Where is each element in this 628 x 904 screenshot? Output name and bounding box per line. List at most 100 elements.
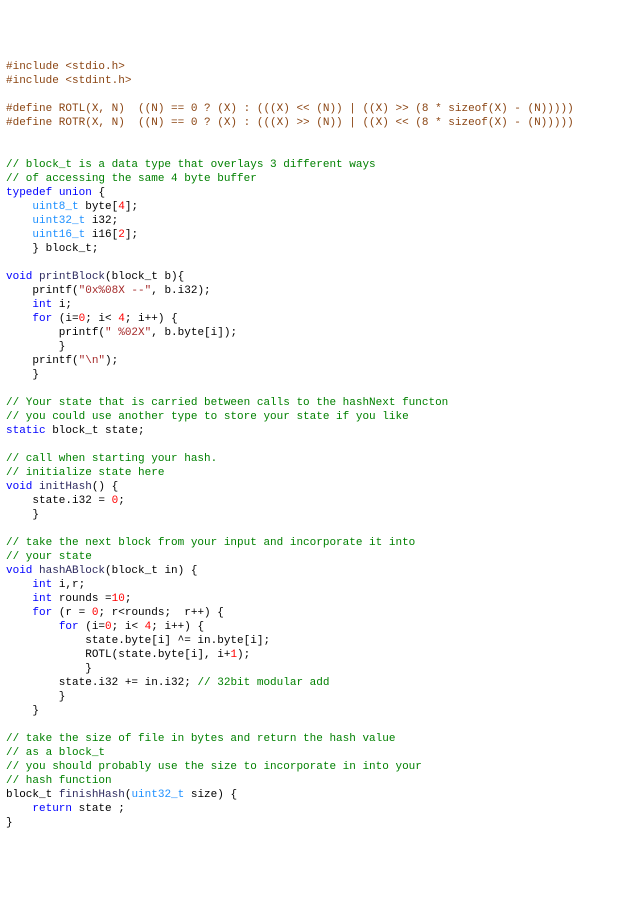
token-plain: printf( — [6, 285, 79, 297]
token-plain — [6, 215, 32, 227]
token-comment: // call when starting your hash. — [6, 453, 217, 465]
token-comment: // of accessing the same 4 byte buffer — [6, 173, 257, 185]
token-func: printBlock — [39, 271, 105, 283]
code-line: state.i32 = 0; — [6, 494, 622, 508]
token-keyword: return — [32, 803, 72, 815]
code-line: // block_t is a data type that overlays … — [6, 158, 622, 172]
token-comment: // Your state that is carried between ca… — [6, 397, 448, 409]
token-plain: } — [6, 369, 39, 381]
token-plain — [52, 187, 59, 199]
token-func: finishHash — [59, 789, 125, 801]
code-line: return state ; — [6, 802, 622, 816]
code-line: printf("0x%08X --", b.i32); — [6, 284, 622, 298]
token-plain: i16[ — [85, 229, 118, 241]
token-plain — [6, 579, 32, 591]
token-type: uint8_t — [32, 201, 78, 213]
token-plain: ; i< — [112, 621, 145, 633]
code-line: } — [6, 704, 622, 718]
code-line: int i,r; — [6, 578, 622, 592]
code-line: #include <stdio.h> — [6, 60, 622, 74]
token-plain — [6, 313, 32, 325]
token-func: initHash — [39, 481, 92, 493]
token-type: uint32_t — [131, 789, 184, 801]
token-plain: , b.byte[i]); — [151, 327, 237, 339]
token-plain: i32; — [85, 215, 118, 227]
code-line: } — [6, 508, 622, 522]
token-comment: // take the size of file in bytes and re… — [6, 733, 395, 745]
token-plain: ]; — [125, 201, 138, 213]
code-line: int i; — [6, 298, 622, 312]
token-keyword: for — [32, 607, 52, 619]
token-comment: // 32bit modular add — [197, 677, 329, 689]
code-line: #define ROTR(X, N) ((N) == 0 ? (X) : (((… — [6, 116, 622, 130]
token-plain: , b.i32); — [151, 285, 210, 297]
token-comment: // your state — [6, 551, 92, 563]
token-preproc: #define ROTL(X, N) ((N) == 0 ? (X) : (((… — [6, 103, 574, 115]
code-line: state.i32 += in.i32; // 32bit modular ad… — [6, 676, 622, 690]
token-keyword: int — [32, 299, 52, 311]
token-plain: } block_t; — [6, 243, 98, 255]
token-plain: (block_t b){ — [105, 271, 184, 283]
token-comment: // you could use another type to store y… — [6, 411, 409, 423]
token-plain: } — [6, 341, 65, 353]
token-plain: ); — [105, 355, 118, 367]
token-preproc: #include <stdio.h> — [6, 61, 125, 73]
token-plain — [6, 593, 32, 605]
token-plain: } — [6, 705, 39, 717]
token-plain: state.i32 = — [6, 495, 112, 507]
token-plain: printf( — [6, 355, 79, 367]
token-num: 4 — [118, 201, 125, 213]
code-line: ROTL(state.byte[i], i+1); — [6, 648, 622, 662]
token-comment: // you should probably use the size to i… — [6, 761, 422, 773]
token-num: 0 — [105, 621, 112, 633]
code-line: // your state — [6, 550, 622, 564]
code-line: // call when starting your hash. — [6, 452, 622, 466]
code-line — [6, 522, 622, 536]
code-line: void initHash() { — [6, 480, 622, 494]
token-num: 10 — [112, 593, 125, 605]
token-str: "\n" — [79, 355, 105, 367]
code-line: int rounds =10; — [6, 592, 622, 606]
token-plain: ; r<rounds; r++) { — [98, 607, 223, 619]
code-line: } block_t; — [6, 242, 622, 256]
code-line: uint16_t i16[2]; — [6, 228, 622, 242]
token-plain: state.byte[i] ^= in.byte[i]; — [6, 635, 270, 647]
token-plain: byte[ — [79, 201, 119, 213]
code-line — [6, 144, 622, 158]
code-line — [6, 256, 622, 270]
token-plain: ]; — [125, 229, 138, 241]
token-plain: } — [6, 663, 92, 675]
code-line: // you should probably use the size to i… — [6, 760, 622, 774]
code-line: // hash function — [6, 774, 622, 788]
token-plain: (block_t in) { — [105, 565, 197, 577]
token-plain — [6, 803, 32, 815]
token-keyword: for — [59, 621, 79, 633]
token-keyword: void — [6, 565, 32, 577]
token-plain: } — [6, 691, 65, 703]
token-keyword: static — [6, 425, 46, 437]
token-keyword: void — [6, 271, 32, 283]
token-plain: block_t — [6, 789, 59, 801]
code-line: #include <stdint.h> — [6, 74, 622, 88]
token-keyword: int — [32, 593, 52, 605]
code-line: #define ROTL(X, N) ((N) == 0 ? (X) : (((… — [6, 102, 622, 116]
token-comment: // as a block_t — [6, 747, 105, 759]
token-plain: ; i++) { — [151, 621, 204, 633]
code-line: // take the size of file in bytes and re… — [6, 732, 622, 746]
token-plain — [6, 299, 32, 311]
token-type: uint16_t — [32, 229, 85, 241]
token-comment: // take the next block from your input a… — [6, 537, 415, 549]
token-plain: ( — [125, 789, 132, 801]
code-line — [6, 438, 622, 452]
token-plain: ); — [237, 649, 250, 661]
token-keyword: typedef — [6, 187, 52, 199]
token-plain: size) { — [184, 789, 237, 801]
token-comment: // initialize state here — [6, 467, 164, 479]
token-plain: ; — [125, 593, 132, 605]
token-preproc: #define ROTR(X, N) ((N) == 0 ? (X) : (((… — [6, 117, 574, 129]
token-keyword: void — [6, 481, 32, 493]
code-line: } — [6, 662, 622, 676]
token-keyword: int — [32, 579, 52, 591]
code-line: for (i=0; i< 4; i++) { — [6, 312, 622, 326]
token-plain: ; i< — [85, 313, 118, 325]
